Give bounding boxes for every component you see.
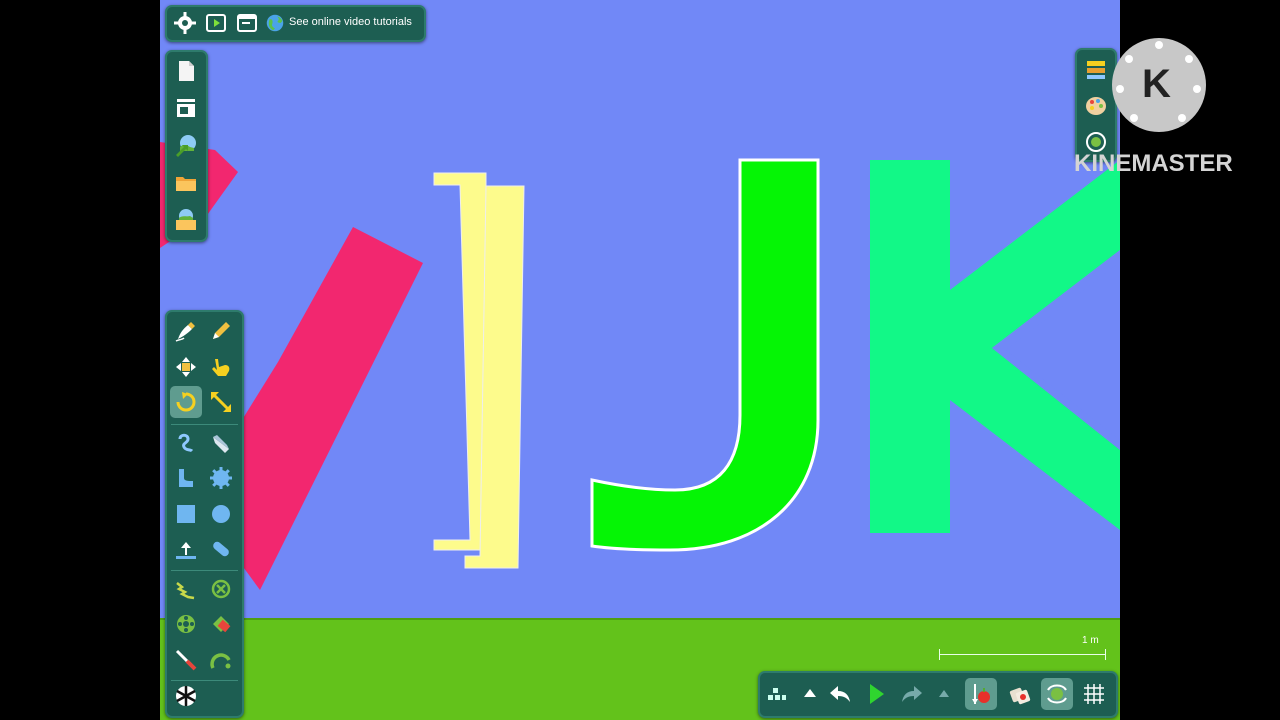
window-icon[interactable] (231, 7, 263, 39)
pink-shape-bottom (238, 227, 423, 590)
open-folder-icon[interactable] (170, 167, 202, 199)
wheel-icon[interactable] (170, 608, 202, 640)
new-document-icon[interactable] (170, 55, 202, 87)
fixpoint-icon[interactable] (170, 533, 202, 565)
gravity-apple-icon[interactable] (965, 678, 997, 710)
kinemaster-logo-letter: K (1142, 62, 1171, 106)
file-panel (165, 50, 208, 242)
kinemaster-logo-dot-3 (1193, 85, 1201, 93)
palette-icon[interactable] (1080, 90, 1112, 122)
undo-icon[interactable] (824, 678, 856, 710)
circle-icon[interactable] (205, 498, 237, 530)
scale-tick-right (1105, 649, 1106, 660)
tool-panel (165, 310, 244, 718)
spiral-icon[interactable] (170, 680, 202, 712)
scene-drawing (160, 142, 1120, 590)
layout-icon[interactable] (170, 92, 202, 124)
kinemaster-logo-dot-5 (1130, 114, 1138, 122)
letter-j (590, 158, 820, 552)
grid-icon[interactable] (1078, 678, 1110, 710)
tutorials-link[interactable]: See online video tutorials (289, 14, 412, 30)
right-panel (1075, 48, 1117, 162)
clone-icon[interactable] (1004, 678, 1036, 710)
rotate-icon[interactable] (170, 386, 202, 418)
kinemaster-logo-dot-2 (1185, 55, 1193, 63)
kinemaster-logo-dot-1 (1155, 41, 1163, 49)
drag-hand-icon[interactable] (205, 351, 237, 383)
capsule-icon[interactable] (205, 533, 237, 565)
square-icon[interactable] (170, 498, 202, 530)
cycle-icon[interactable] (1041, 678, 1073, 710)
rope-icon[interactable] (170, 427, 202, 459)
erase-pencil-icon[interactable] (205, 315, 237, 347)
hinge-icon[interactable] (205, 644, 237, 676)
scale-tick-left (939, 649, 940, 660)
gear-icon[interactable] (169, 7, 201, 39)
layers-icon[interactable] (1080, 54, 1112, 86)
bottom-toolbar (758, 671, 1118, 718)
no-collide-icon[interactable] (205, 573, 237, 605)
kinemaster-watermark: KINEMASTER (1074, 150, 1233, 177)
thruster-icon[interactable] (205, 608, 237, 640)
gear-shape-icon[interactable] (205, 462, 237, 494)
scale-label: 1 m (1082, 635, 1099, 646)
scale-icon[interactable] (205, 386, 237, 418)
bend-shape-icon[interactable] (170, 462, 202, 494)
up-arrow-icon-2[interactable] (928, 678, 960, 710)
kinemaster-logo-dot-7 (1125, 55, 1133, 63)
kinemaster-logo-dot-6 (1116, 85, 1124, 93)
tool-separator-2 (171, 570, 238, 571)
draw-pencil-icon[interactable] (170, 315, 202, 347)
landscape-export-icon[interactable] (170, 129, 202, 161)
canvas[interactable] (160, 0, 1120, 720)
tool-separator-1 (171, 424, 238, 425)
yellow-bracket-left (433, 172, 487, 551)
up-arrow-icon[interactable] (794, 678, 826, 710)
laser-icon[interactable] (170, 644, 202, 676)
scale-line (939, 654, 1106, 655)
kinemaster-logo-dot-4 (1178, 114, 1186, 122)
grid-menu-icon[interactable] (760, 678, 792, 710)
spring-icon[interactable] (170, 573, 202, 605)
play-icon[interactable] (860, 678, 892, 710)
knife-icon[interactable] (205, 427, 237, 459)
globe-icon[interactable] (264, 7, 286, 39)
move-icon[interactable] (170, 351, 202, 383)
landscape-folder-icon[interactable] (170, 204, 202, 236)
play-preview-icon[interactable] (200, 7, 232, 39)
redo-icon[interactable] (896, 678, 928, 710)
